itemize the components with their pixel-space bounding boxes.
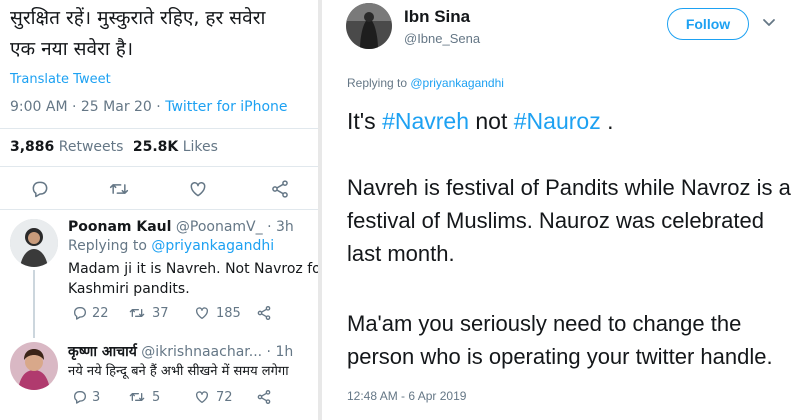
right-tweet-panel: Ibn Sina @Ibne_Sena Follow Replying to @… (322, 0, 802, 420)
like-count: 72 (216, 390, 233, 405)
reply-text-line-1: नये नये हिन्दू बने हैं अभी सीखने में समय… (68, 364, 289, 379)
tweet-text-line-4: last month. (347, 241, 455, 266)
tweet-text-line-2: Navreh is festival of Pandits while Navr… (347, 175, 791, 200)
share-icon[interactable] (256, 389, 272, 405)
divider (0, 166, 318, 167)
reply-count: 22 (92, 306, 109, 321)
reply-text-line-2: Kashmiri pandits. (68, 281, 190, 297)
tweet-timestamp: 9:00 AM · 25 Mar 20 · Twitter for iPhone (10, 99, 288, 115)
tweet-text-line-1: It's #Navreh not #Nauroz . (347, 108, 613, 135)
tweet-text-line-1: सुरक्षित रहें। मुस्कुराते रहिए, हर सवेरा (10, 7, 266, 29)
reply-count: 3 (92, 390, 101, 405)
reply-author-name[interactable]: कृष्णा आचार्य (68, 344, 137, 360)
hashtag-nauroz[interactable]: #Nauroz (514, 108, 601, 134)
likes-count[interactable]: 25.8K (133, 139, 178, 155)
reply-handle-time[interactable]: @ikrishnaachar... · 1h (141, 344, 293, 360)
tweet-text-fragment: . (600, 108, 614, 134)
hashtag-navreh[interactable]: #Navreh (382, 108, 469, 134)
divider (0, 128, 318, 129)
replying-to-prefix: Replying to (68, 238, 152, 254)
like-icon[interactable] (188, 179, 208, 199)
like-count: 185 (216, 306, 241, 321)
reply-header: कृष्णा आचार्य @ikrishnaachar... · 1h (68, 342, 293, 361)
reply-icon[interactable] (72, 389, 88, 405)
reply-author-name[interactable]: Poonam Kaul (68, 219, 171, 235)
author-handle[interactable]: @Ibne_Sena (404, 31, 480, 46)
reply-text-line-1: Madam ji it is Navreh. Not Navroz for (68, 261, 318, 277)
tweet-stats: 3,886 Retweets 25.8K Likes (10, 139, 218, 155)
reply-icon[interactable] (72, 305, 88, 321)
tweet-time-date: 9:00 AM · 25 Mar 20 · (10, 99, 166, 115)
divider (0, 209, 318, 210)
like-icon[interactable] (194, 305, 210, 321)
retweets-count[interactable]: 3,886 (10, 139, 54, 155)
avatar[interactable] (346, 3, 392, 49)
tweet-text-line-2: एक नया सवेरा है। (10, 38, 134, 60)
follow-button[interactable]: Follow (667, 8, 749, 40)
reply-action-bar: 3 5 72 (68, 389, 308, 407)
like-icon[interactable] (194, 389, 210, 405)
reply-replying-to: Replying to @priyankagandhi (68, 238, 274, 254)
retweet-count: 37 (152, 306, 169, 321)
avatar[interactable] (10, 219, 58, 267)
reply-header: Poonam Kaul @PoonamV_ · 3h (68, 219, 294, 235)
replying-to-handle[interactable]: @priyankagandhi (410, 76, 504, 90)
author-name[interactable]: Ibn Sina (404, 7, 470, 27)
follow-button-label: Follow (685, 16, 731, 32)
replying-to-handle[interactable]: @priyankagandhi (151, 238, 274, 254)
retweet-icon[interactable] (108, 179, 130, 199)
retweet-icon[interactable] (128, 389, 146, 405)
reply-action-bar: 22 37 185 (68, 305, 308, 323)
tweet-timestamp[interactable]: 12:48 AM - 6 Apr 2019 (347, 389, 466, 403)
tweet-text-fragment: not (469, 108, 514, 134)
likes-label[interactable]: Likes (183, 139, 218, 155)
left-tweet-panel: सुरक्षित रहें। मुस्कुराते रहिए, हर सवेरा… (0, 0, 318, 420)
tweet-text-line-5: Ma'am you seriously need to change the (347, 311, 742, 336)
reply-handle-time[interactable]: @PoonamV_ · 3h (176, 219, 294, 235)
retweet-icon[interactable] (128, 305, 146, 321)
tweet-text-line-6: person who is operating your twitter han… (347, 344, 773, 369)
replying-to: Replying to @priyankagandhi (347, 76, 504, 90)
avatar[interactable] (10, 342, 58, 390)
tweet-text-line-3: festival of Muslims. Nauroz was celebrat… (347, 208, 764, 233)
chevron-down-icon[interactable] (762, 18, 776, 28)
retweets-label[interactable]: Retweets (59, 139, 124, 155)
replying-to-prefix: Replying to (347, 76, 411, 90)
share-icon[interactable] (256, 305, 272, 321)
share-icon[interactable] (270, 179, 290, 199)
tweet-text-fragment: It's (347, 108, 383, 134)
thread-line (33, 270, 35, 338)
reply-icon[interactable] (30, 179, 50, 199)
tweet-source-link[interactable]: Twitter for iPhone (165, 99, 287, 115)
retweet-count: 5 (152, 390, 161, 405)
translate-tweet-link[interactable]: Translate Tweet (10, 72, 111, 87)
